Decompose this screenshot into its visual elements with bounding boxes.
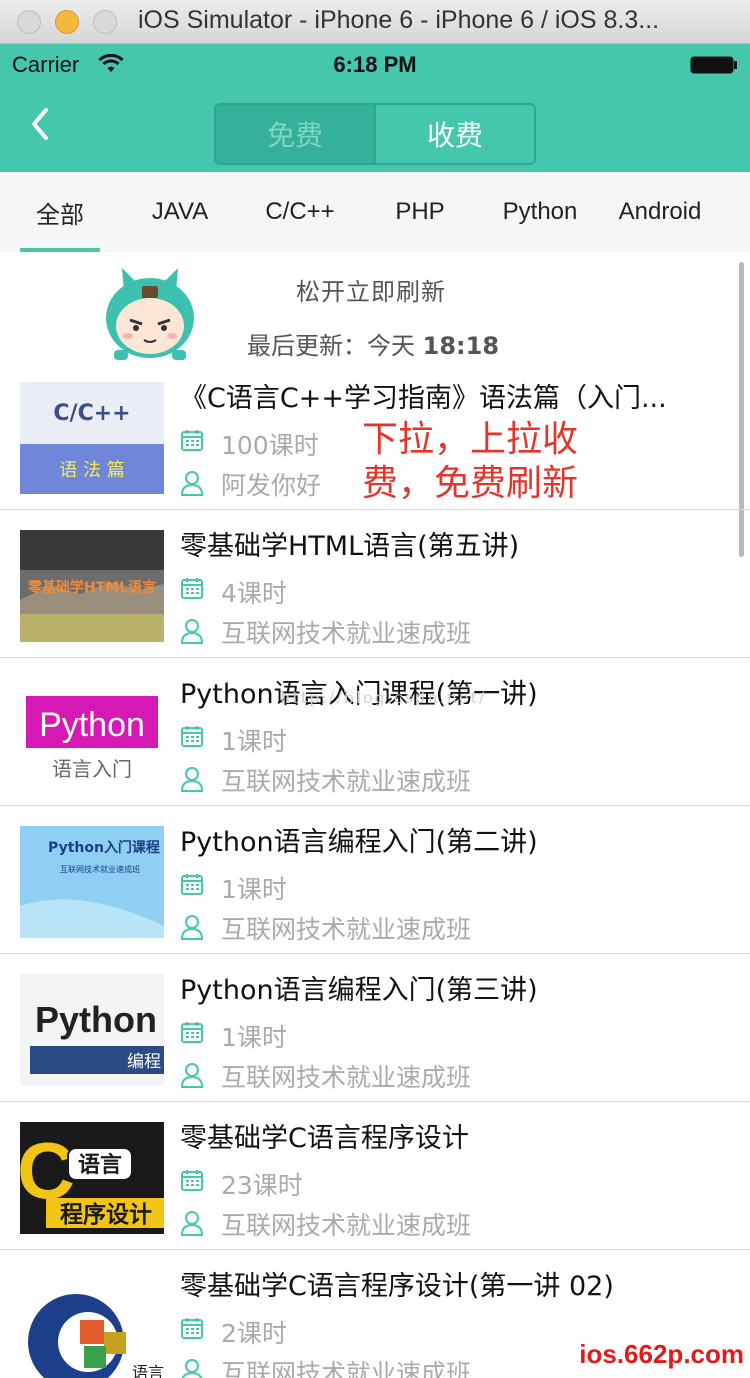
user-icon (180, 619, 204, 644)
course-teacher: 互联网技术就业速成班 (221, 1359, 472, 1378)
course-teacher: 互联网技术就业速成班 (221, 1063, 472, 1092)
refresh-status-text: 松开立即刷新 (296, 278, 446, 306)
window-titlebar: iOS Simulator - iPhone 6 - iPhone 6 / iO… (0, 0, 750, 44)
course-hours: 1课时 (221, 875, 287, 904)
user-icon (180, 1063, 204, 1088)
calendar-icon (181, 1318, 203, 1339)
status-bar: Carrier 6:18 PM (0, 44, 750, 86)
thumb-text: 互联网技术就业速成班 (60, 864, 140, 874)
course-row[interactable]: 零基础学HTML语言 零基础学HTML语言(第五讲) 4课时 互联网技术就业速成… (0, 510, 750, 658)
course-list: C/C++ 语 法 篇 《C语言C++学习指南》语法篇（入门... 100课时 … (0, 362, 750, 1378)
user-icon (180, 915, 204, 940)
tab-php[interactable]: PHP (360, 172, 480, 252)
course-hours: 1课时 (221, 1023, 287, 1052)
course-thumbnail: Python 编程 (20, 974, 164, 1086)
refresh-updated-time: 18:18 (422, 332, 500, 360)
thumb-text: Python入门课程 (48, 839, 160, 856)
category-tabs: 全部 JAVA C/C++ PHP Python Android (0, 172, 750, 252)
course-teacher: 互联网技术就业速成班 (221, 915, 472, 944)
course-title: 零基础学C语言程序设计(第一讲 02) (180, 1271, 614, 1302)
course-teacher: 互联网技术就业速成班 (221, 1211, 472, 1240)
minimize-window-button[interactable] (55, 10, 79, 34)
course-teacher: 互联网技术就业速成班 (221, 767, 472, 796)
back-chevron-icon[interactable] (26, 104, 56, 144)
calendar-icon (181, 726, 203, 747)
thumb-text: 零基础学HTML语言 (27, 579, 156, 596)
course-row[interactable]: Python入门课程 互联网技术就业速成班 Python语言编程入门(第二讲) … (0, 806, 750, 954)
thumb-text: 语言入门 (52, 757, 132, 781)
tab-java[interactable]: JAVA (120, 172, 240, 252)
app-header: Carrier 6:18 PM 免费 收费 (0, 44, 750, 172)
course-row[interactable]: C 语言 程序设计 零基础学C语言程序设计 23课时 互联网技术就业速成班 (0, 1102, 750, 1250)
course-title: 《C语言C++学习指南》语法篇（入门... (180, 383, 667, 414)
user-icon (181, 1359, 203, 1378)
course-teacher: 阿发你好 (221, 471, 322, 500)
calendar-icon (181, 578, 203, 599)
user-icon (180, 767, 204, 792)
course-row[interactable]: Python 语言入门 Python语言入门课程(第一讲) 1课时 互联网技术就… (0, 658, 750, 806)
segment-paid[interactable]: 收费 (374, 105, 534, 163)
course-title: Python语言编程入门(第三讲) (180, 975, 538, 1006)
zoom-window-button[interactable] (93, 10, 117, 34)
calendar-icon (181, 1170, 203, 1191)
thumb-text: 语言 (132, 1363, 164, 1378)
course-thumbnail: Python入门课程 互联网技术就业速成班 (20, 826, 164, 938)
price-segmented-control: 免费 收费 (214, 103, 536, 165)
thumb-text: 编程 (127, 1052, 161, 1072)
calendar-icon (181, 430, 203, 451)
course-thumbnail: C 语言 程序设计 (20, 1122, 164, 1234)
thumb-text: 语言 (78, 1152, 122, 1178)
thumb-text: 语 法 篇 (59, 460, 124, 481)
course-thumbnail: Python 语言入门 (20, 678, 164, 790)
thumb-text: Python (39, 706, 145, 744)
course-title: 零基础学C语言程序设计 (180, 1123, 469, 1154)
mascot-icon (106, 268, 194, 360)
course-hours: 2课时 (221, 1319, 287, 1348)
course-hours: 4课时 (221, 579, 287, 608)
watermark-blog: http://blog.csdn.net/ (280, 688, 487, 707)
course-thumbnail: C/C++ 语 法 篇 (20, 382, 164, 494)
tab-python[interactable]: Python (480, 172, 600, 252)
course-row[interactable]: Python 编程 Python语言编程入门(第三讲) 1课时 互联网技术就业速… (0, 954, 750, 1102)
calendar-icon (181, 874, 203, 895)
course-title: 零基础学HTML语言(第五讲) (180, 531, 520, 562)
thumb-text: C/C++ (53, 401, 130, 426)
simulator-window: iOS Simulator - iPhone 6 - iPhone 6 / iO… (0, 0, 750, 1378)
status-time: 6:18 PM (333, 52, 417, 77)
battery-icon (690, 56, 737, 74)
annotation-text: 下拉，上拉收费，免费刷新 (362, 419, 579, 504)
course-hours: 23课时 (221, 1171, 303, 1200)
course-thumbnail: C 语言 (20, 1270, 164, 1378)
course-teacher: 互联网技术就业速成班 (221, 619, 472, 648)
tab-all[interactable]: 全部 (0, 172, 120, 252)
calendar-icon (181, 1022, 203, 1043)
window-title: iOS Simulator - iPhone 6 - iPhone 6 / iO… (138, 6, 660, 34)
thumb-text: Python (35, 999, 157, 1040)
course-thumbnail: 零基础学HTML语言 (20, 530, 164, 642)
pull-refresh-header: 松开立即刷新 最后更新：今天 18:18 (0, 252, 750, 372)
segment-free[interactable]: 免费 (216, 105, 374, 163)
course-hours: 100课时 (221, 431, 319, 460)
user-icon (180, 471, 204, 496)
close-window-button[interactable] (17, 10, 41, 34)
refresh-updated-text: 最后更新：今天 18:18 (247, 326, 499, 361)
thumb-text: 程序设计 (60, 1201, 152, 1228)
tab-android[interactable]: Android (600, 172, 720, 252)
refresh-updated-label: 最后更新：今天 (247, 332, 423, 360)
course-hours: 1课时 (221, 727, 287, 756)
user-icon (180, 1211, 204, 1236)
tab-c-cpp[interactable]: C/C++ (240, 172, 360, 252)
course-title: Python语言编程入门(第二讲) (180, 827, 538, 858)
watermark-site: ios.662p.com (579, 1339, 744, 1369)
